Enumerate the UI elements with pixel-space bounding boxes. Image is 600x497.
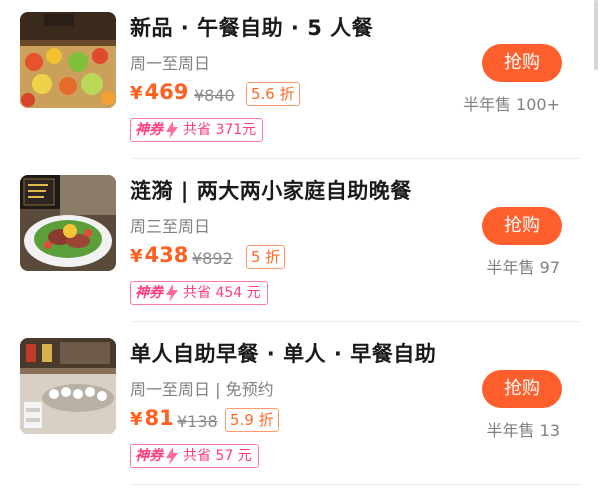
price-value: 81 xyxy=(144,406,174,430)
coupon-brand: 神券 xyxy=(135,285,163,301)
deal-thumbnail[interactable] xyxy=(20,175,116,271)
scrollbar[interactable] xyxy=(594,0,598,70)
coupon-tag: 神券 共省 454 元 xyxy=(130,281,268,305)
deal-card[interactable]: 新品 · 午餐自助 · 5 人餐 周一至周日 ¥469 ¥840 5.6 折 神… xyxy=(0,0,600,163)
coupon-brand: 神券 xyxy=(135,448,163,464)
deal-title[interactable]: 新品 · 午餐自助 · 5 人餐 xyxy=(130,12,373,42)
divider xyxy=(130,158,582,159)
coupon-tag: 神券 共省 57 元 xyxy=(130,444,259,468)
salad-plate-photo-icon xyxy=(20,175,116,271)
sales-count: 半年售 97 xyxy=(486,258,560,277)
deal-availability: 周三至周日 xyxy=(130,217,211,236)
buy-button[interactable]: 抢购 xyxy=(482,44,562,82)
coupon-saving: 共省 371元 xyxy=(183,122,257,138)
original-price: ¥840 xyxy=(194,86,235,105)
deal-card[interactable]: 单人自助早餐 · 单人 · 早餐自助 周一至周日 | 免预约 ¥81 ¥138 … xyxy=(0,326,600,489)
deal-list: 新品 · 午餐自助 · 5 人餐 周一至周日 ¥469 ¥840 5.6 折 神… xyxy=(0,0,600,497)
deal-thumbnail[interactable] xyxy=(20,338,116,434)
deal-availability: 周一至周日 xyxy=(130,54,211,73)
coupon-saving: 共省 454 元 xyxy=(183,285,261,301)
buy-button[interactable]: 抢购 xyxy=(482,207,562,245)
sales-count: 半年售 100+ xyxy=(462,95,560,114)
deal-card[interactable]: 涟漪 | 两大两小家庭自助晚餐 周三至周日 ¥438 ¥892 5 折 神券 共省… xyxy=(0,163,600,326)
buy-button[interactable]: 抢购 xyxy=(482,370,562,408)
buffet-food-photo-icon xyxy=(20,12,116,108)
original-price: ¥138 xyxy=(177,412,218,431)
discount-badge: 5.6 折 xyxy=(246,82,300,106)
discount-badge: 5 折 xyxy=(246,245,286,269)
price-value: 469 xyxy=(144,80,189,104)
deal-title[interactable]: 涟漪 | 两大两小家庭自助晚餐 xyxy=(130,175,412,205)
deal-price: ¥81 xyxy=(130,406,174,430)
lightning-icon xyxy=(166,447,178,465)
divider xyxy=(130,321,582,322)
coupon-brand: 神券 xyxy=(135,122,163,138)
currency-symbol: ¥ xyxy=(130,83,143,104)
price-value: 438 xyxy=(144,243,189,267)
discount-badge: 5.9 折 xyxy=(225,408,279,432)
divider xyxy=(130,484,582,485)
lightning-icon xyxy=(166,284,178,302)
breakfast-buffet-photo-icon xyxy=(20,338,116,434)
deal-title[interactable]: 单人自助早餐 · 单人 · 早餐自助 xyxy=(130,338,436,368)
coupon-saving: 共省 57 元 xyxy=(183,448,252,464)
deal-availability: 周一至周日 | 免预约 xyxy=(130,380,274,399)
deal-price: ¥469 xyxy=(130,80,188,104)
deal-price: ¥438 xyxy=(130,243,188,267)
coupon-tag: 神券 共省 371元 xyxy=(130,118,264,142)
sales-count: 半年售 13 xyxy=(486,421,560,440)
original-price: ¥892 xyxy=(192,249,233,268)
currency-symbol: ¥ xyxy=(130,409,143,430)
lightning-icon xyxy=(166,121,178,139)
currency-symbol: ¥ xyxy=(130,246,143,267)
deal-thumbnail[interactable] xyxy=(20,12,116,108)
